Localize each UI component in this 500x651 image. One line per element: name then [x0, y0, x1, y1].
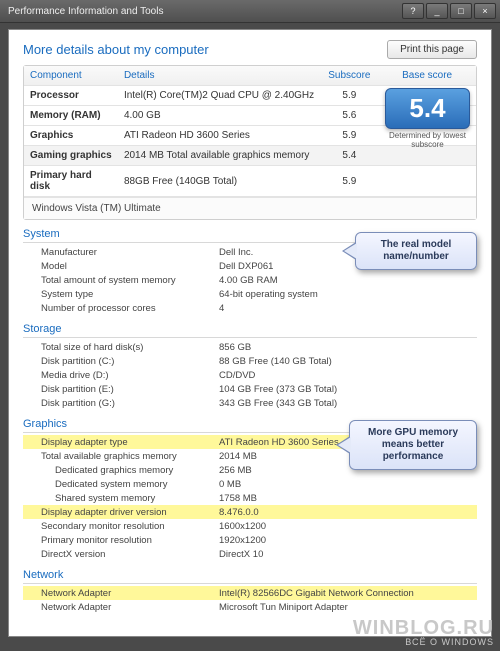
maximize-icon[interactable]: □: [450, 3, 472, 19]
col-basescore: Base score: [378, 66, 476, 85]
section-network: Network Network AdapterIntel(R) 82566DC …: [23, 569, 477, 614]
window-controls: ? _ □ ×: [402, 3, 496, 19]
watermark: WINBLOG.RU ВСЁ О WINDOWS: [353, 617, 494, 647]
close-icon[interactable]: ×: [474, 3, 496, 19]
col-subscore: Subscore: [321, 66, 379, 85]
score-table: Component Details Subscore Base score Pr…: [23, 65, 477, 220]
section-storage: Storage Total size of hard disk(s)856 GB…: [23, 323, 477, 410]
table-row: Gaming graphics2014 MB Total available g…: [24, 146, 476, 166]
content-window: More details about my computer Print thi…: [8, 29, 492, 637]
page-title: More details about my computer: [23, 42, 209, 57]
callout-gpu: More GPU memory means better performance: [349, 420, 477, 470]
minimize-icon[interactable]: _: [426, 3, 448, 19]
base-score-caption: Determined by lowest subscore: [385, 131, 470, 149]
col-component: Component: [24, 66, 118, 85]
base-score-value: 5.4: [385, 88, 470, 129]
callout-model: The real model name/number: [355, 232, 477, 270]
help-icon[interactable]: ?: [402, 3, 424, 19]
os-line: Windows Vista (TM) Ultimate: [24, 197, 476, 219]
table-row: Primary hard disk88GB Free (140GB Total)…: [24, 166, 476, 197]
print-button[interactable]: Print this page: [387, 40, 477, 59]
titlebar: Performance Information and Tools ? _ □ …: [0, 0, 500, 23]
base-score-box: 5.4 Determined by lowest subscore: [385, 88, 470, 149]
window-title: Performance Information and Tools: [4, 6, 402, 17]
col-details: Details: [118, 66, 321, 85]
